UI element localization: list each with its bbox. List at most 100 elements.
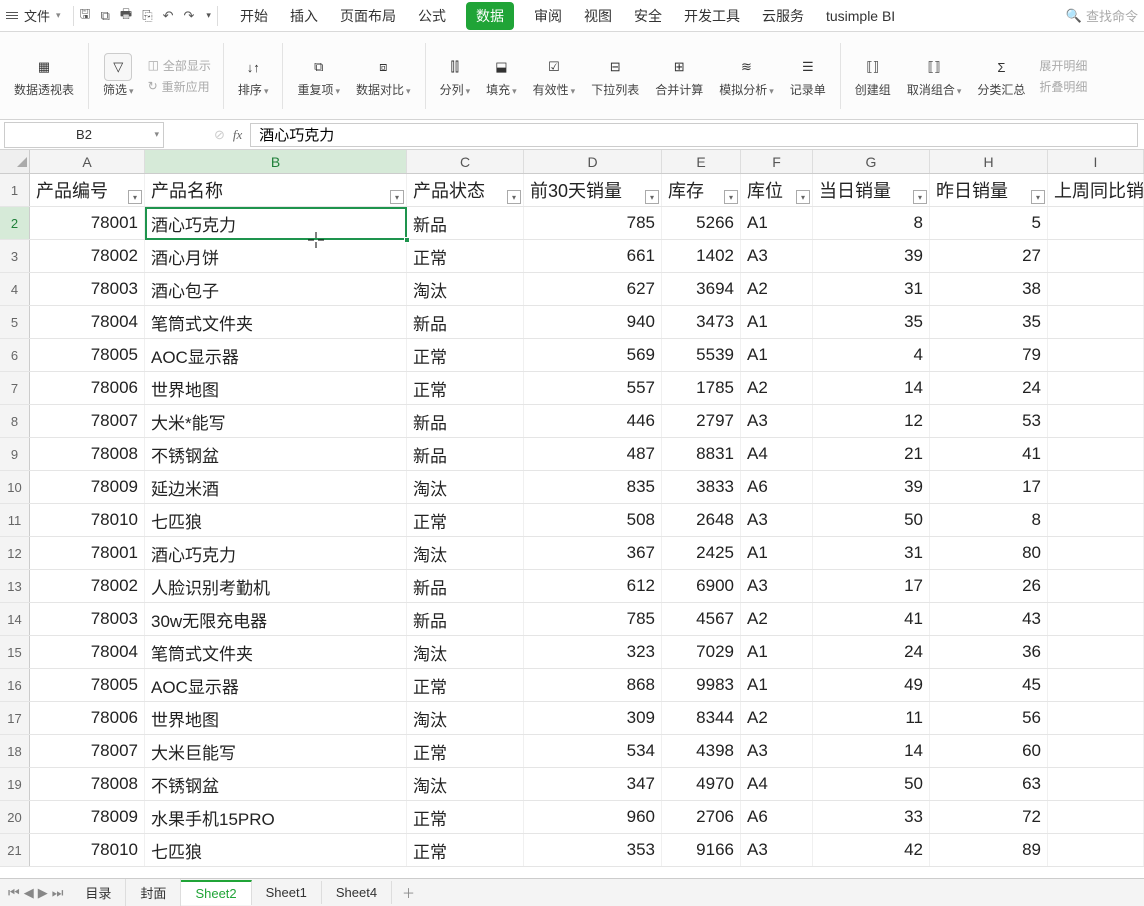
cell[interactable]: 12 [813, 405, 930, 437]
row-header[interactable]: 11 [0, 504, 30, 536]
cell[interactable]: 酒心月饼 [145, 240, 407, 272]
cell[interactable]: 78009 [30, 471, 145, 503]
cell[interactable]: 2706 [662, 801, 741, 833]
cell[interactable]: A2 [741, 273, 813, 305]
col-header-A[interactable]: A [30, 150, 145, 173]
cell[interactable]: 17 [930, 471, 1048, 503]
cell[interactable]: 正常 [407, 339, 524, 371]
row-header[interactable]: 10 [0, 471, 30, 503]
cell[interactable]: 酒心巧克力 [145, 537, 407, 569]
header-cell[interactable]: 昨日销量▾ [930, 174, 1048, 206]
cell[interactable]: 正常 [407, 240, 524, 272]
whatif-button[interactable]: ≋ 模拟分析▾ [711, 53, 782, 97]
cell[interactable]: 60 [930, 735, 1048, 767]
cell[interactable]: 49 [813, 669, 930, 701]
formula-input[interactable] [250, 123, 1138, 147]
row-header[interactable]: 7 [0, 372, 30, 404]
cell[interactable]: AOC显示器 [145, 339, 407, 371]
row-header[interactable]: 21 [0, 834, 30, 866]
cell[interactable]: 78009 [30, 801, 145, 833]
cell[interactable]: 45 [930, 669, 1048, 701]
fill-handle[interactable] [404, 237, 410, 243]
validation-button[interactable]: ☑ 有效性▾ [525, 53, 584, 97]
cell[interactable]: 72 [930, 801, 1048, 833]
cell[interactable] [1048, 636, 1144, 668]
col-header-B[interactable]: B [145, 150, 407, 173]
cell[interactable]: 940 [524, 306, 662, 338]
cell[interactable]: 1402 [662, 240, 741, 272]
qat-more-icon[interactable]: ▾ [206, 10, 211, 21]
cell[interactable]: A1 [741, 537, 813, 569]
cell[interactable] [1048, 372, 1144, 404]
filter-dropdown-icon[interactable]: ▾ [645, 190, 659, 204]
pdf-icon[interactable]: ⎘ [142, 8, 152, 24]
consolidate-button[interactable]: ⊞ 合并计算 [647, 53, 711, 97]
cell[interactable]: 78001 [30, 537, 145, 569]
cell[interactable]: 78004 [30, 636, 145, 668]
cell[interactable]: 39 [813, 471, 930, 503]
sort-button[interactable]: ↓↑ 排序▾ [230, 53, 277, 97]
cell[interactable]: A3 [741, 735, 813, 767]
cell[interactable]: 新品 [407, 570, 524, 602]
cell[interactable]: A1 [741, 306, 813, 338]
cell[interactable]: 78007 [30, 735, 145, 767]
cell[interactable]: 8 [930, 504, 1048, 536]
cell[interactable]: 3694 [662, 273, 741, 305]
record-form-button[interactable]: ☰ 记录单 [782, 53, 834, 97]
cell[interactable]: 5266 [662, 207, 741, 239]
cell[interactable]: 785 [524, 207, 662, 239]
cell[interactable]: 8 [813, 207, 930, 239]
cell[interactable]: A2 [741, 702, 813, 734]
cell[interactable]: 309 [524, 702, 662, 734]
cell[interactable]: 8344 [662, 702, 741, 734]
sheet-first-icon[interactable]: ⏮ [8, 885, 20, 901]
pivot-table-button[interactable]: ▦ 数据透视表 [6, 53, 82, 97]
cell[interactable]: 79 [930, 339, 1048, 371]
data-compare-button[interactable]: ⧈ 数据对比▾ [348, 53, 419, 97]
file-menu[interactable]: 文件 ▾ [18, 4, 67, 27]
cell[interactable]: 557 [524, 372, 662, 404]
tab-data[interactable]: 数据 [466, 2, 514, 30]
tab-developer[interactable]: 开发工具 [682, 2, 742, 30]
cell[interactable]: 延边米酒 [145, 471, 407, 503]
cell[interactable]: 78008 [30, 768, 145, 800]
cell[interactable]: 78003 [30, 603, 145, 635]
cell[interactable]: 35 [930, 306, 1048, 338]
col-header-F[interactable]: F [741, 150, 813, 173]
cell[interactable]: 淘汰 [407, 471, 524, 503]
cell[interactable]: A3 [741, 504, 813, 536]
cell[interactable] [1048, 240, 1144, 272]
cell[interactable]: 78005 [30, 669, 145, 701]
row-header[interactable]: 12 [0, 537, 30, 569]
dropdown-list-button[interactable]: ⊟ 下拉列表 [583, 53, 647, 97]
cell[interactable]: 78006 [30, 702, 145, 734]
cell[interactable]: 569 [524, 339, 662, 371]
tab-home[interactable]: 开始 [238, 2, 270, 30]
cell[interactable]: 78003 [30, 273, 145, 305]
tab-cloud[interactable]: 云服务 [760, 2, 806, 30]
cell[interactable]: 笔筒式文件夹 [145, 306, 407, 338]
cell[interactable]: 淘汰 [407, 273, 524, 305]
cell[interactable] [1048, 471, 1144, 503]
cell[interactable]: A1 [741, 636, 813, 668]
cell[interactable]: 50 [813, 768, 930, 800]
cell[interactable]: 9983 [662, 669, 741, 701]
filter-button[interactable]: ▽ 筛选▾ [95, 53, 142, 97]
cell[interactable]: 14 [813, 372, 930, 404]
cell[interactable]: 661 [524, 240, 662, 272]
header-cell[interactable]: 前30天销量▾ [524, 174, 662, 206]
cell[interactable]: 不锈钢盆 [145, 768, 407, 800]
tab-tusimple[interactable]: tusimple BI [824, 4, 897, 28]
row-header[interactable]: 4 [0, 273, 30, 305]
cell[interactable]: 534 [524, 735, 662, 767]
ungroup-button[interactable]: ⟦⟧ 取消组合▾ [899, 53, 970, 97]
row-header[interactable]: 9 [0, 438, 30, 470]
cell[interactable]: 353 [524, 834, 662, 866]
cell[interactable]: 24 [930, 372, 1048, 404]
cell[interactable]: 53 [930, 405, 1048, 437]
cell[interactable]: A1 [741, 207, 813, 239]
cancel-icon[interactable]: ⊘ [214, 127, 225, 143]
cell[interactable]: 78004 [30, 306, 145, 338]
cell[interactable]: 785 [524, 603, 662, 635]
cell[interactable]: 9166 [662, 834, 741, 866]
